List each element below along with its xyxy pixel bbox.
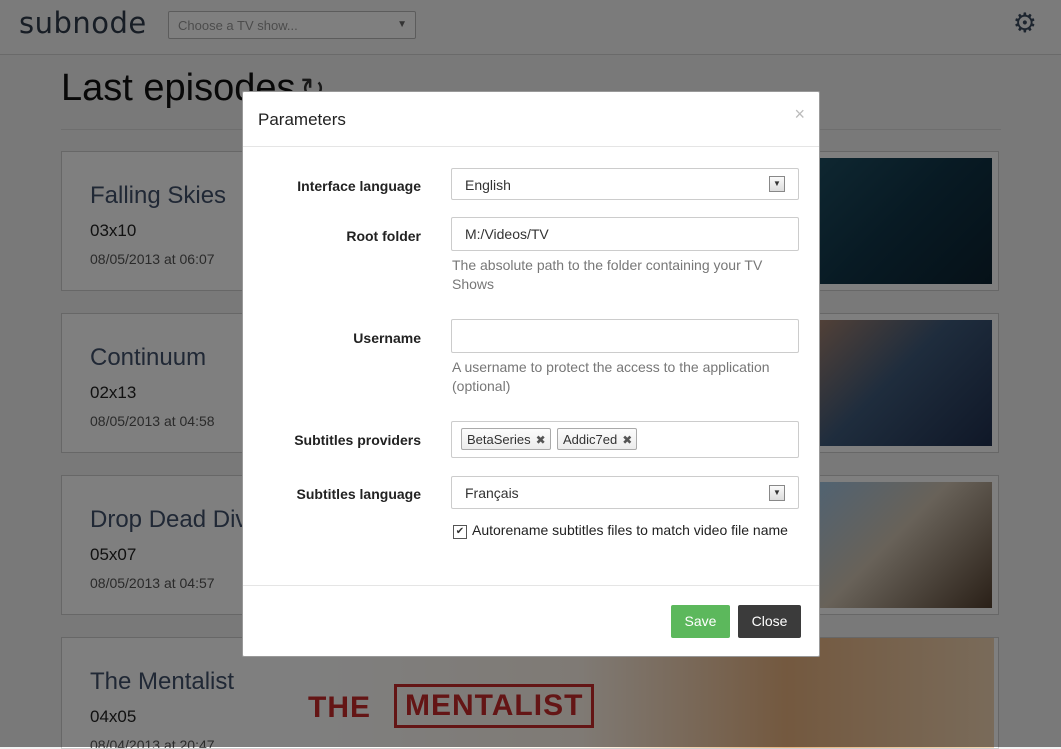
subtitles-language-value: Français bbox=[465, 485, 519, 501]
subtitles-providers-input[interactable]: BetaSeries ✖ Addic7ed ✖ bbox=[451, 421, 799, 458]
modal-title: Parameters bbox=[258, 110, 346, 129]
root-folder-input[interactable]: M:/Videos/TV bbox=[451, 217, 799, 251]
subtitles-language-label: Subtitles language bbox=[296, 486, 421, 502]
username-help: A username to protect the access to the … bbox=[452, 359, 770, 394]
modal-header: Parameters × bbox=[243, 92, 819, 147]
parameters-dialog: Parameters × Interface language English … bbox=[242, 91, 820, 657]
chevron-down-icon: ▼ bbox=[769, 485, 785, 501]
interface-language-label: Interface language bbox=[297, 178, 421, 194]
username-input[interactable] bbox=[451, 319, 799, 353]
remove-tag-icon[interactable]: ✖ bbox=[536, 433, 546, 447]
save-button[interactable]: Save bbox=[671, 605, 730, 638]
root-folder-value: M:/Videos/TV bbox=[465, 226, 549, 242]
provider-tag: BetaSeries ✖ bbox=[461, 428, 551, 450]
root-folder-help: The absolute path to the folder containi… bbox=[452, 257, 763, 292]
username-label: Username bbox=[353, 330, 421, 346]
interface-language-value: English bbox=[465, 177, 511, 193]
subtitles-language-select[interactable]: Français ▼ bbox=[451, 476, 799, 509]
subtitles-providers-label: Subtitles providers bbox=[294, 432, 421, 448]
provider-tag-label: BetaSeries bbox=[467, 432, 531, 447]
close-icon[interactable]: × bbox=[794, 104, 805, 125]
provider-tag: Addic7ed ✖ bbox=[557, 428, 638, 450]
close-button[interactable]: Close bbox=[738, 605, 801, 638]
autorename-label[interactable]: Autorename subtitles files to match vide… bbox=[472, 522, 788, 538]
interface-language-select[interactable]: English ▼ bbox=[451, 168, 799, 200]
root-folder-label: Root folder bbox=[346, 228, 421, 244]
provider-tag-label: Addic7ed bbox=[563, 432, 618, 447]
chevron-down-icon: ▼ bbox=[769, 176, 785, 192]
autorename-checkbox[interactable]: ✔ bbox=[453, 525, 467, 539]
modal-footer-divider bbox=[243, 585, 819, 586]
remove-tag-icon[interactable]: ✖ bbox=[622, 433, 632, 447]
